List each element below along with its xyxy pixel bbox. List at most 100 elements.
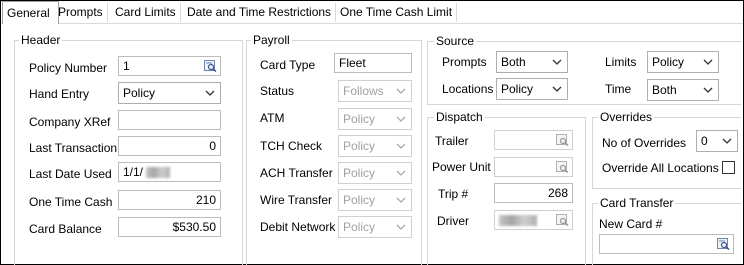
redacted-year <box>146 167 171 179</box>
source-limits-label: Limits <box>605 55 637 69</box>
source-time-select[interactable]: Both <box>647 79 719 101</box>
policy-number-value: 1 <box>123 59 130 73</box>
chevron-down-icon <box>703 87 713 93</box>
override-all-locations-label: Override All Locations <box>602 161 719 175</box>
atm-label: ATM <box>260 111 285 125</box>
source-limits-value: Policy <box>652 55 685 69</box>
power-unit-label: Power Unit <box>432 160 491 174</box>
trailer-field[interactable] <box>494 130 573 150</box>
debit-network-value: Policy <box>343 220 376 234</box>
tab-card-limits[interactable]: Card Limits <box>111 3 181 22</box>
trip-label: Trip # <box>438 187 469 201</box>
ach-transfer-value: Policy <box>343 166 376 180</box>
chevron-down-icon <box>396 116 406 122</box>
last-transaction-label: Last Transaction <box>29 141 118 155</box>
last-transaction-field[interactable]: 0 <box>118 136 221 156</box>
overrides-group-title: Overrides <box>598 110 655 124</box>
source-prompts-label: Prompts <box>442 55 487 69</box>
card-type-field[interactable]: Fleet <box>334 53 412 73</box>
card-type-label: Card Type <box>260 58 316 72</box>
driver-label: Driver <box>437 214 469 228</box>
chevron-down-icon <box>703 59 713 65</box>
source-group-title: Source <box>434 34 477 48</box>
trip-field[interactable]: 268 <box>494 183 573 203</box>
chevron-down-icon <box>396 170 406 176</box>
source-locations-value: Policy <box>501 82 534 96</box>
ach-transfer-select[interactable]: Policy <box>338 162 412 184</box>
chevron-down-icon <box>396 197 406 203</box>
trip-value: 268 <box>547 186 568 200</box>
status-select[interactable]: Follows <box>338 80 412 102</box>
new-card-label: New Card # <box>599 217 663 231</box>
lookup-icon[interactable] <box>556 134 569 146</box>
wire-transfer-value: Policy <box>343 193 376 207</box>
dispatch-group-title: Dispatch <box>434 110 485 124</box>
source-locations-select[interactable]: Policy <box>496 78 568 100</box>
lookup-icon[interactable] <box>556 214 569 226</box>
chevron-down-icon <box>396 88 406 94</box>
ach-transfer-label: ACH Transfer <box>260 166 333 180</box>
no-of-overrides-value: 0 <box>701 134 708 148</box>
overrides-group <box>592 117 741 189</box>
new-card-field[interactable] <box>599 234 734 254</box>
source-limits-select[interactable]: Policy <box>647 51 719 73</box>
chevron-down-icon <box>722 138 732 144</box>
card-balance-field[interactable]: $530.50 <box>118 217 221 237</box>
atm-select[interactable]: Policy <box>338 108 412 130</box>
override-all-locations-checkbox[interactable] <box>722 161 735 174</box>
tch-check-label: TCH Check <box>260 139 323 153</box>
redacted-driver <box>499 215 537 227</box>
atm-value: Policy <box>343 112 376 126</box>
card-transfer-group-title: Card Transfer <box>598 196 676 210</box>
lookup-icon[interactable] <box>204 60 217 72</box>
payroll-group-title: Payroll <box>251 33 292 47</box>
hand-entry-select[interactable]: Policy <box>118 82 221 104</box>
last-transaction-value: 0 <box>209 139 216 153</box>
card-balance-value: $530.50 <box>172 220 216 234</box>
chevron-down-icon <box>205 90 215 96</box>
policy-number-field[interactable]: 1 <box>118 56 221 76</box>
chevron-down-icon <box>396 224 406 230</box>
debit-network-select[interactable]: Policy <box>338 216 412 238</box>
chevron-down-icon <box>552 59 562 65</box>
last-date-used-field[interactable]: 1/1/ <box>118 162 221 182</box>
wire-transfer-label: Wire Transfer <box>260 193 333 207</box>
one-time-cash-value: 210 <box>195 193 216 207</box>
tab-one-time-cash-limit[interactable]: One Time Cash Limit <box>336 3 458 22</box>
tab-strip: General Prompts Card Limits Date and Tim… <box>1 1 743 24</box>
window-frame: General Prompts Card Limits Date and Tim… <box>0 0 744 265</box>
no-of-overrides-select[interactable]: 0 <box>696 130 738 152</box>
tch-check-select[interactable]: Policy <box>338 135 412 157</box>
one-time-cash-field[interactable]: 210 <box>118 190 221 210</box>
company-xref-label: Company XRef <box>29 115 111 129</box>
tab-general[interactable]: General <box>2 1 59 24</box>
chevron-down-icon <box>552 86 562 92</box>
card-balance-label: Card Balance <box>29 222 102 236</box>
source-prompts-select[interactable]: Both <box>496 51 568 73</box>
trailer-label: Trailer <box>435 134 469 148</box>
hand-entry-label: Hand Entry <box>29 87 90 101</box>
company-xref-field[interactable] <box>118 110 221 130</box>
one-time-cash-label: One Time Cash <box>29 195 113 209</box>
tab-date-time-restrictions[interactable]: Date and Time Restrictions <box>183 3 337 22</box>
card-type-value: Fleet <box>339 56 366 70</box>
last-date-used-value: 1/1/ <box>123 165 144 179</box>
no-of-overrides-label: No of Overrides <box>602 136 687 150</box>
last-date-used-label: Last Date Used <box>29 167 112 181</box>
status-value: Follows <box>343 84 384 98</box>
tab-prompts[interactable]: Prompts <box>54 3 108 22</box>
tch-check-value: Policy <box>343 139 376 153</box>
debit-network-label: Debit Network <box>260 220 336 234</box>
chevron-down-icon <box>396 143 406 149</box>
source-locations-label: Locations <box>442 82 494 96</box>
lookup-icon[interactable] <box>717 238 730 250</box>
status-label: Status <box>260 84 295 98</box>
header-group-title: Header <box>19 33 63 47</box>
source-prompts-value: Both <box>501 55 526 69</box>
policy-number-label: Policy Number <box>29 61 108 75</box>
driver-field[interactable] <box>494 210 573 230</box>
lookup-icon[interactable] <box>556 161 569 173</box>
wire-transfer-select[interactable]: Policy <box>338 189 412 211</box>
power-unit-field[interactable] <box>494 157 573 177</box>
source-time-value: Both <box>652 83 677 97</box>
